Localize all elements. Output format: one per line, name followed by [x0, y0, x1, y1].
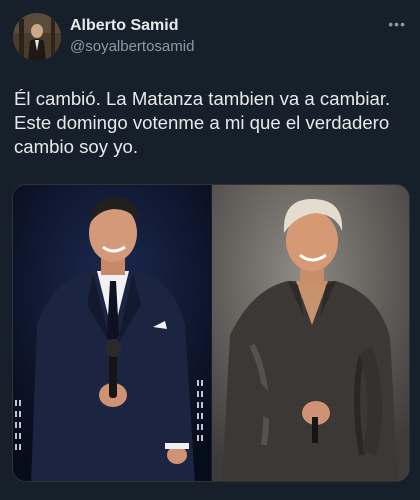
suit-singer-image: [13, 185, 211, 481]
more-dots-icon[interactable]: •••: [388, 16, 406, 32]
display-name[interactable]: Alberto Samid: [70, 17, 178, 35]
avatar[interactable]: [13, 13, 61, 61]
media-photo-right[interactable]: [211, 185, 409, 481]
user-handle[interactable]: @soyalbertosamid: [70, 38, 194, 55]
avatar-photo: [13, 13, 61, 61]
tweet-media[interactable]: [12, 184, 410, 482]
tweet-text-line: cambio soy yo.: [14, 136, 139, 157]
tweet-text-line: Este domingo votenme a mi que el verdade…: [14, 112, 390, 133]
satin-shirt-singer-image: [211, 185, 409, 481]
tweet-card[interactable]: Alberto Samid @soyalbertosamid ••• Él ca…: [0, 0, 420, 500]
media-photo-left[interactable]: [13, 185, 211, 481]
tweet-text-line: Él cambió. La Matanza tambien va a cambi…: [14, 88, 391, 109]
tweet-text: Él cambió. La Matanza tambien va a cambi…: [14, 87, 410, 159]
